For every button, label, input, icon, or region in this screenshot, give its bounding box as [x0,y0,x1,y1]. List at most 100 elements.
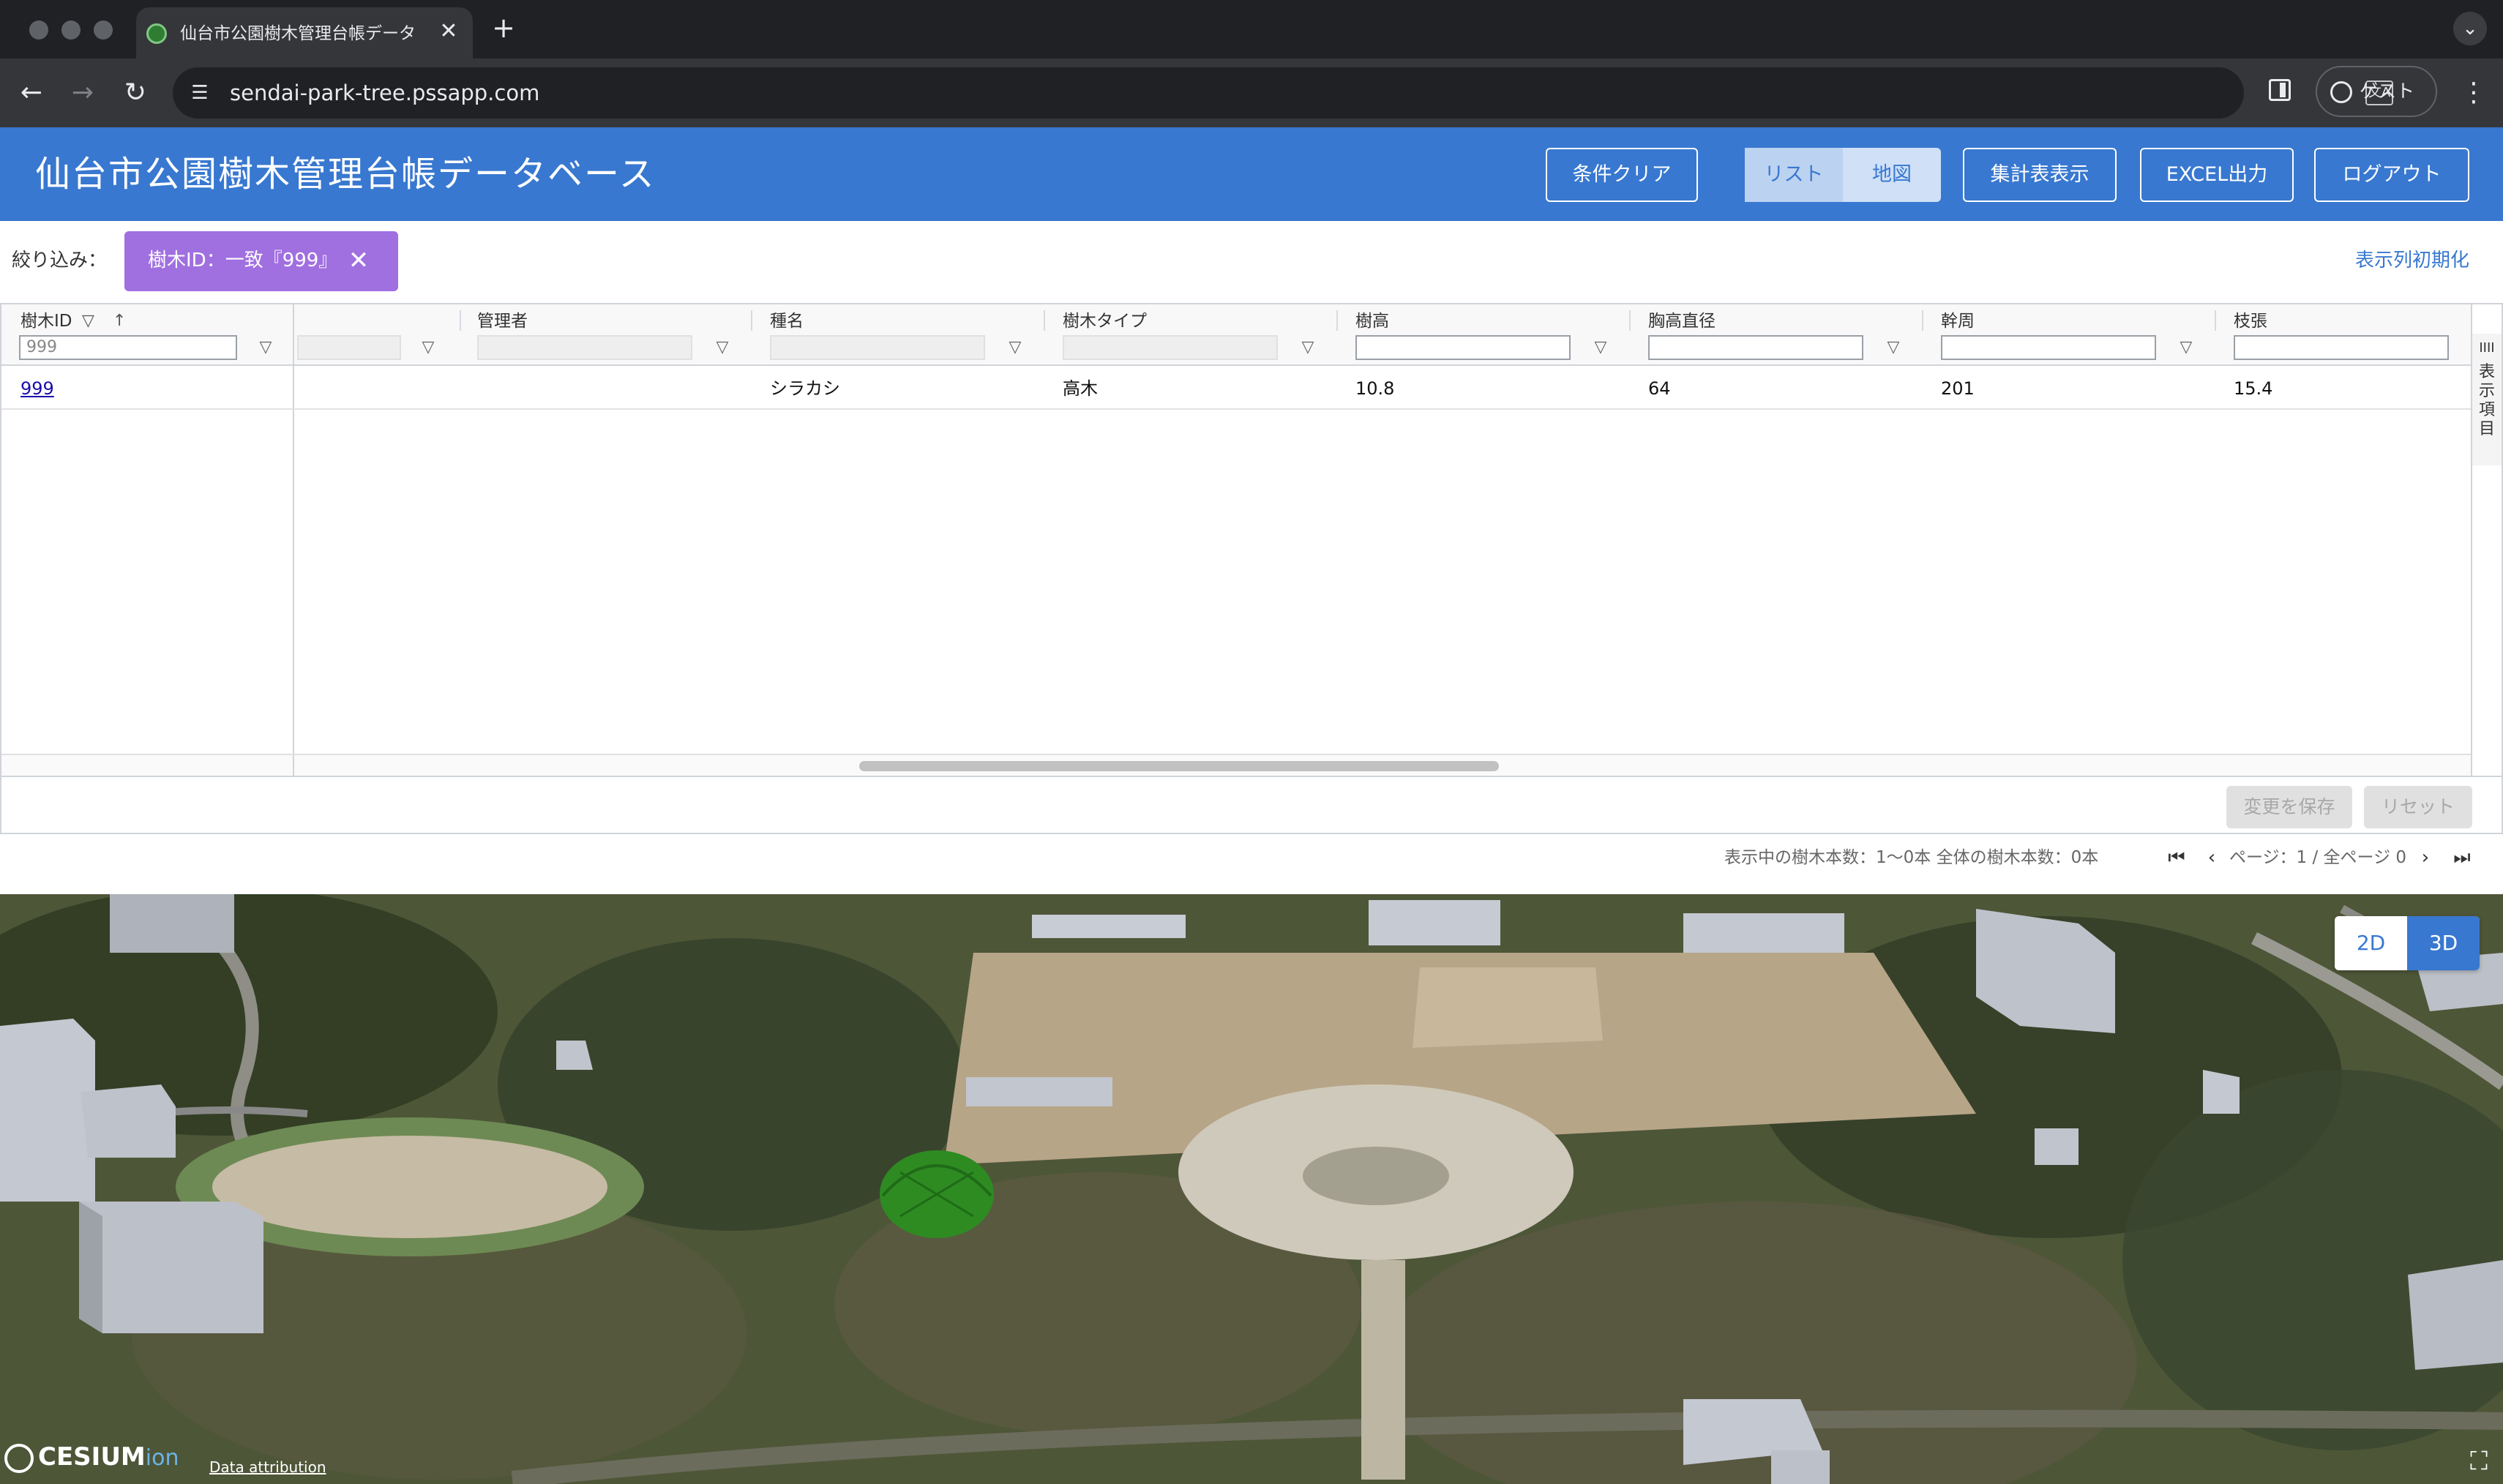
app-title: 仙台市公園樹木管理台帳データベース [35,154,656,195]
filter-label: 絞り込み： [12,250,108,271]
map-terrain-scene[interactable] [0,894,2503,1484]
species-filter-input [770,335,985,360]
window-close-dot[interactable] [29,20,48,40]
window-minimize-dot[interactable] [61,20,81,40]
column-chooser-tab[interactable]: IIII 表示項目 [2472,334,2502,465]
cesium-ion-text: ion [145,1445,179,1471]
tree-type-filter-icon[interactable]: ▽ [1297,335,1319,360]
filter-chip: 樹木ID：一致『999』 ✕ [124,231,398,291]
reload-icon[interactable]: ↻ [117,75,154,111]
cesium-logo-text: CESIUM [38,1442,146,1472]
tab-search-button[interactable]: ⌄ [2453,12,2487,45]
profile-button[interactable]: ゲスト [2316,66,2437,117]
map-3d-view[interactable]: 2D 3D CESIUMion Data attribution ⛶ [0,894,2503,1484]
dbh-filter-icon[interactable]: ▽ [1882,335,1904,360]
tree-data-grid: 樹木ID ▽ ↑ 999 ▽ ▽ 管理者 ▽ 種名 ▽ 樹木タイプ ▽ 樹高 ▽… [0,303,2503,834]
column-header-tree-type[interactable]: 樹木タイプ [1063,309,1147,334]
header-filter-icon[interactable]: ▽ [82,309,94,334]
cell-dbh: 64 [1648,378,1671,399]
tree-id-filter-icon[interactable]: ▽ [255,335,277,360]
cell-height: 10.8 [1355,378,1395,399]
last-page-icon[interactable]: ⏭ [2449,844,2475,871]
blank-filter-icon[interactable]: ▽ [417,335,439,360]
cell-tree-type: 高木 [1063,378,1098,399]
summary-table-button[interactable]: 集計表表示 [1963,148,2117,202]
column-header-manager[interactable]: 管理者 [477,309,528,334]
column-chooser-label: 表示項目 [2478,363,2495,438]
tree-type-filter-input [1063,335,1278,360]
site-info-icon[interactable]: ☰ [187,80,212,105]
column-header-tree-id[interactable]: 樹木ID [20,309,72,334]
column-chooser-strip: IIII 表示項目 [2471,304,2502,776]
tree-id-filter-input[interactable]: 999 [19,335,237,360]
cell-crown-spread: 15.4 [2234,378,2273,399]
filter-chip-text: 樹木ID：一致『999』 [148,250,338,271]
app-header: 仙台市公園樹木管理台帳データベース 条件クリア リスト 地図 集計表表示 EXC… [0,127,2503,221]
girth-filter-input[interactable] [1941,335,2156,360]
mode-2d-button[interactable]: 2D [2335,916,2407,970]
mode-3d-button[interactable]: 3D [2407,916,2480,970]
column-separator[interactable] [2215,310,2216,331]
dbh-filter-input[interactable] [1648,335,1863,360]
browser-tab-bar: 仙台市公園樹木管理台帳データベース ✕ + ⌄ [0,0,2503,59]
new-tab-button[interactable]: + [489,13,518,42]
column-header-crown-spread[interactable]: 枝張 [2234,309,2267,334]
forward-icon[interactable]: → [64,75,101,111]
scrollbar-thumb[interactable] [859,761,1499,771]
data-attribution-link[interactable]: Data attribution [209,1458,326,1477]
scrollbar-pin-divider [293,755,294,776]
column-header-dbh[interactable]: 胸高直径 [1648,309,1716,334]
profile-icon [2330,81,2352,103]
reset-columns-link[interactable]: 表示列初期化 [2355,246,2469,275]
crown-spread-filter-input[interactable] [2234,335,2449,360]
reset-button[interactable]: リセット [2364,786,2472,828]
column-separator[interactable] [1336,310,1338,331]
tree-id-link[interactable]: 999 [20,376,54,401]
logout-button[interactable]: ログアウト [2314,148,2469,202]
columns-icon: IIII [2479,340,2495,356]
map-view-button[interactable]: 地図 [1843,148,1941,202]
column-header-girth[interactable]: 幹周 [1941,309,1975,334]
prev-page-icon[interactable]: ‹ [2199,844,2225,871]
window-zoom-dot[interactable] [94,20,113,40]
url-text[interactable]: sendai-park-tree.pssapp.com [230,79,539,107]
tab-close-icon[interactable]: ✕ [436,19,461,44]
browser-toolbar: ← → ↻ ☰ sendai-park-tree.pssapp.com 文A ゲ… [0,59,2503,127]
fullscreen-icon[interactable]: ⛶ [2463,1446,2494,1477]
browser-menu-icon[interactable]: ⋮ [2461,75,2487,111]
column-separator[interactable] [751,310,752,331]
girth-filter-icon[interactable]: ▽ [2175,335,2197,360]
side-panel-icon[interactable] [2269,79,2291,101]
filter-chip-close-icon[interactable]: ✕ [344,246,373,275]
view-toggle: リスト 地図 [1745,148,1941,202]
browser-tab[interactable]: 仙台市公園樹木管理台帳データベース ✕ [136,7,473,59]
cell-species: シラカシ [770,378,840,399]
blank-filter-input [297,335,401,360]
column-header-height[interactable]: 樹高 [1355,309,1389,334]
height-filter-icon[interactable]: ▽ [1590,335,1612,360]
cesium-ion-logo[interactable]: CESIUMion [4,1440,179,1474]
column-separator[interactable] [1922,310,1923,331]
column-separator[interactable] [1044,310,1045,331]
column-separator[interactable] [1629,310,1631,331]
species-filter-icon[interactable]: ▽ [1004,335,1026,360]
address-bar[interactable]: ☰ sendai-park-tree.pssapp.com 文A [173,67,2393,119]
table-row[interactable]: 999 シラカシ 高木 10.8 64 201 15.4 [1,367,2471,410]
profile-label: ゲスト [2360,80,2415,102]
save-changes-button[interactable]: 変更を保存 [2226,786,2352,828]
horizontal-scrollbar[interactable] [1,754,2471,776]
clear-conditions-button[interactable]: 条件クリア [1546,148,1698,202]
back-icon[interactable]: ← [13,75,50,111]
next-page-icon[interactable]: › [2412,844,2439,871]
manager-filter-input [477,335,692,360]
column-separator[interactable] [460,310,461,331]
column-header-species[interactable]: 種名 [770,309,804,334]
height-filter-input[interactable] [1355,335,1571,360]
first-page-icon[interactable]: ⏮ [2163,844,2190,871]
page-indicator: ページ：1 / 全ページ 0 [2229,848,2407,867]
list-view-button[interactable]: リスト [1745,148,1843,202]
cesium-logo-icon [4,1443,34,1473]
sort-asc-icon[interactable]: ↑ [113,309,126,334]
excel-export-button[interactable]: EXCEL出力 [2140,148,2294,202]
manager-filter-icon[interactable]: ▽ [711,335,733,360]
